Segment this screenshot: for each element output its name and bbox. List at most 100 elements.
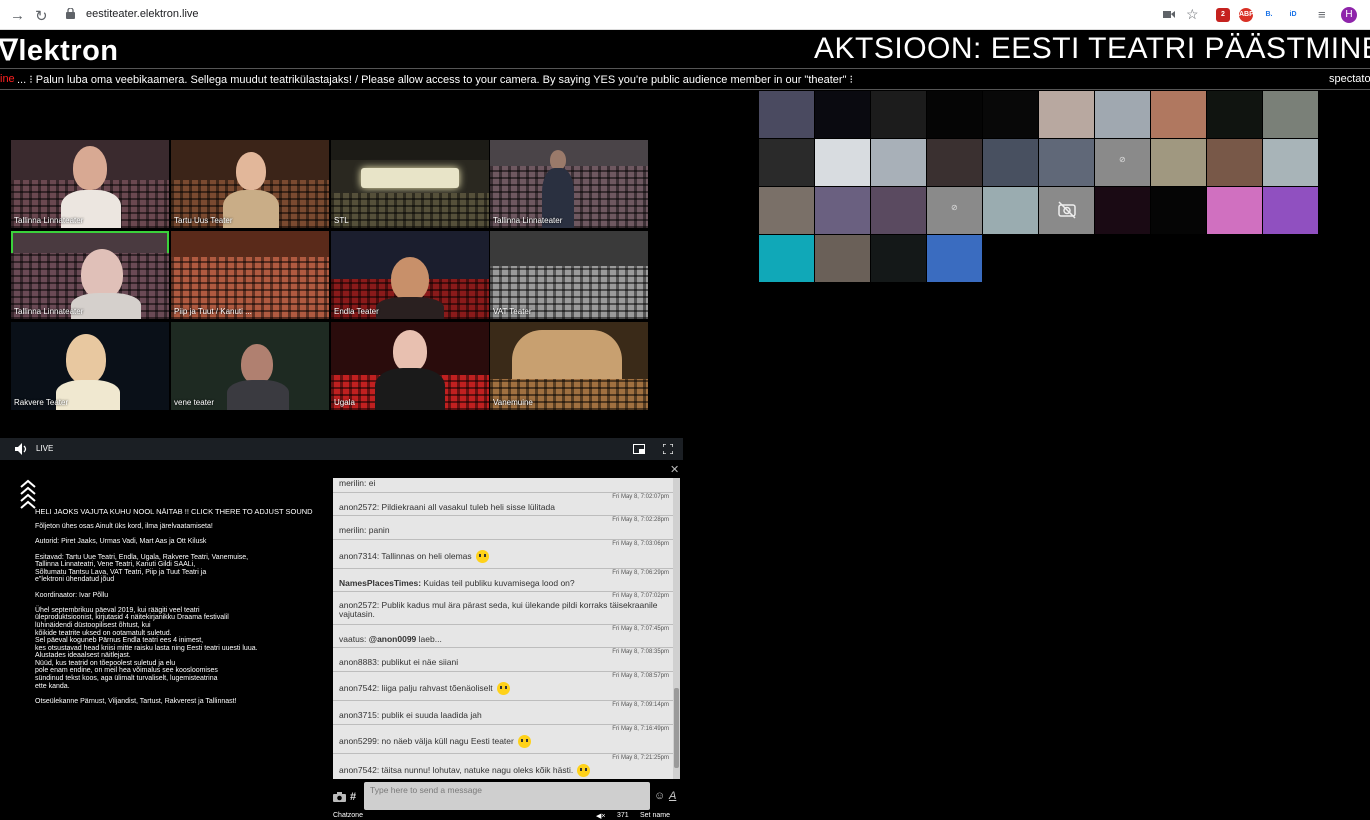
video-tile[interactable]: Tallinna Linnateater — [11, 140, 169, 228]
audience-thumb[interactable] — [1207, 139, 1262, 186]
video-tile[interactable]: Tallinna Linnateater — [490, 140, 648, 228]
audience-thumb[interactable] — [871, 91, 926, 138]
audience-thumb[interactable] — [815, 91, 870, 138]
camera-off-icon: ⊘ — [1119, 155, 1126, 164]
smiley-emoji-icon — [577, 764, 591, 777]
chat-message: Fri May 8, 7:16:49pm anon5299: no näeb v… — [333, 724, 673, 753]
star-icon[interactable]: ☆ — [1186, 6, 1199, 23]
audience-thumb[interactable] — [1151, 187, 1206, 234]
audience-thumb[interactable] — [759, 235, 814, 282]
chat-message-text: merilin: panin — [339, 525, 390, 535]
adblock-icon[interactable]: ABP — [1239, 8, 1254, 22]
video-tile[interactable]: Endla Teater — [331, 231, 489, 319]
audience-thumb[interactable] — [1151, 91, 1206, 138]
audience-thumb[interactable] — [871, 187, 926, 234]
profile-avatar[interactable]: H — [1341, 7, 1357, 23]
audience-thumb[interactable] — [871, 235, 926, 282]
wink-emoji-icon — [496, 682, 510, 695]
chat-message-text: anon7314: Tallinnas on heli olemas — [339, 550, 472, 561]
chat-scrollbar[interactable] — [673, 478, 680, 779]
chat-message-text: anon7542: liiga palju rahvast tõenäolise… — [339, 682, 493, 693]
audience-thumb[interactable] — [1263, 139, 1318, 186]
audience-grid: ⊘ ⊘ — [759, 91, 1318, 285]
chat-message-text: anon2572: Publik kadus mul ära pärast se… — [339, 600, 658, 619]
spectators-label: spectator — [1329, 73, 1370, 85]
close-icon[interactable]: ✕ — [670, 463, 679, 476]
info-line: lühinäidendi düstoopilisest õhtust, kui — [35, 621, 151, 629]
audience-thumb[interactable] — [983, 187, 1038, 234]
chat-message-input[interactable]: Type here to send a message — [364, 782, 650, 810]
chat-message: Fri May 8, 7:02:28pm merilin: panin — [333, 515, 673, 539]
audience-thumb[interactable] — [1095, 91, 1150, 138]
audience-thumb[interactable] — [815, 235, 870, 282]
audience-thumb[interactable] — [1263, 187, 1318, 234]
audience-thumb[interactable] — [1207, 187, 1262, 234]
fullscreen-icon[interactable] — [663, 444, 673, 454]
camera-icon[interactable] — [1163, 10, 1175, 19]
set-name-button[interactable]: Set name — [640, 812, 670, 819]
camera-disabled-icon — [1058, 201, 1076, 219]
video-tile[interactable]: Ugala — [331, 322, 489, 410]
chat-message: merilin: ei — [333, 478, 673, 491]
extension-shield-icon[interactable]: 2 — [1216, 8, 1230, 22]
sound-chevrons-icon[interactable] — [20, 479, 36, 511]
info-line: Sõltumatu Tantsu Lava, VAT Teatri, Piip … — [35, 568, 207, 576]
audience-thumb[interactable] — [1151, 139, 1206, 186]
audience-thumb[interactable] — [927, 139, 982, 186]
chat-message: Fri May 8, 7:07:45pm vaatus: @anon0099 l… — [333, 624, 673, 647]
audience-thumb[interactable] — [759, 139, 814, 186]
emoji-picker-icon[interactable]: ☺ — [654, 790, 665, 802]
chat-message: Fri May 8, 7:03:06pm anon7314: Tallinnas… — [333, 539, 673, 568]
video-tile[interactable]: STL — [331, 140, 489, 228]
chat-mention[interactable]: @anon0099 — [369, 634, 417, 644]
video-tile[interactable]: Rakvere Teater — [11, 322, 169, 410]
tile-label: Tallinna Linnateater — [14, 216, 84, 225]
audience-thumb[interactable] — [871, 139, 926, 186]
audience-thumb[interactable] — [815, 139, 870, 186]
audience-thumb[interactable] — [1263, 91, 1318, 138]
address-bar[interactable]: eestiteater.elektron.live — [86, 8, 199, 20]
chat-panel[interactable]: merilin: ei Fri May 8, 7:02:07pm anon257… — [333, 478, 680, 779]
info-line: üleproduktsioonist, kirjutasid 4 näiteki… — [35, 614, 229, 622]
extension-id-icon[interactable]: iD — [1286, 8, 1300, 22]
picture-in-picture-icon[interactable] — [633, 444, 645, 454]
camera-off-thumb[interactable]: ⊘ — [927, 187, 982, 234]
mute-icon[interactable]: ◀× — [596, 812, 605, 820]
chat-scroll-thumb[interactable] — [674, 688, 679, 768]
reload-icon[interactable]: ↻ — [35, 7, 48, 25]
video-tile[interactable]: vene teater — [171, 322, 329, 410]
video-tile[interactable]: VAT Teater — [490, 231, 648, 319]
audience-thumb[interactable] — [1039, 139, 1094, 186]
camera-upload-icon[interactable] — [333, 792, 346, 802]
audience-thumb[interactable] — [927, 91, 982, 138]
audience-thumb[interactable] — [1207, 91, 1262, 138]
audience-thumb[interactable] — [927, 235, 982, 282]
video-tile-active-speaker[interactable]: Tallinna Linnateater — [11, 231, 169, 319]
extension-b-icon[interactable]: B. — [1262, 8, 1276, 22]
audience-thumb[interactable] — [983, 91, 1038, 138]
camera-disabled-thumb[interactable] — [1039, 187, 1094, 234]
back-arrow-icon[interactable]: → — [10, 7, 25, 24]
news-ticker: ine ... ⁝ Palun luba oma veebikaamera. S… — [0, 68, 1370, 90]
video-tile[interactable]: Piip ja Tuut / Kanuti ... — [171, 231, 329, 319]
tile-label: Vanemuine — [493, 398, 533, 407]
audience-thumb[interactable] — [759, 187, 814, 234]
tile-label: Tallinna Linnateater — [493, 216, 563, 225]
video-tile[interactable]: Tartu Uus Teater — [171, 140, 329, 228]
playlist-icon[interactable]: ≡ — [1318, 7, 1326, 22]
camera-off-thumb[interactable]: ⊘ — [1095, 139, 1150, 186]
audience-thumb[interactable] — [1095, 187, 1150, 234]
volume-icon[interactable] — [15, 443, 28, 455]
audience-thumb[interactable] — [983, 139, 1038, 186]
text-format-button[interactable]: A — [669, 790, 676, 802]
chatzone-link[interactable]: Chatzone — [333, 812, 363, 819]
info-broadcast: Otseülekanne Pärnust, Viljandist, Tartus… — [35, 697, 237, 705]
info-performers: Esitavad: Tartu Uue Teatri, Endla, Ugala… — [35, 554, 320, 584]
hashtag-button[interactable]: # — [350, 791, 356, 803]
audience-thumb[interactable] — [815, 187, 870, 234]
chat-timestamp: Fri May 8, 7:06:29pm — [612, 570, 669, 576]
audience-thumb[interactable] — [759, 91, 814, 138]
elektron-logo[interactable]: ᐁlektron — [0, 33, 119, 68]
audience-thumb[interactable] — [1039, 91, 1094, 138]
video-tile[interactable]: Vanemuine — [490, 322, 648, 410]
